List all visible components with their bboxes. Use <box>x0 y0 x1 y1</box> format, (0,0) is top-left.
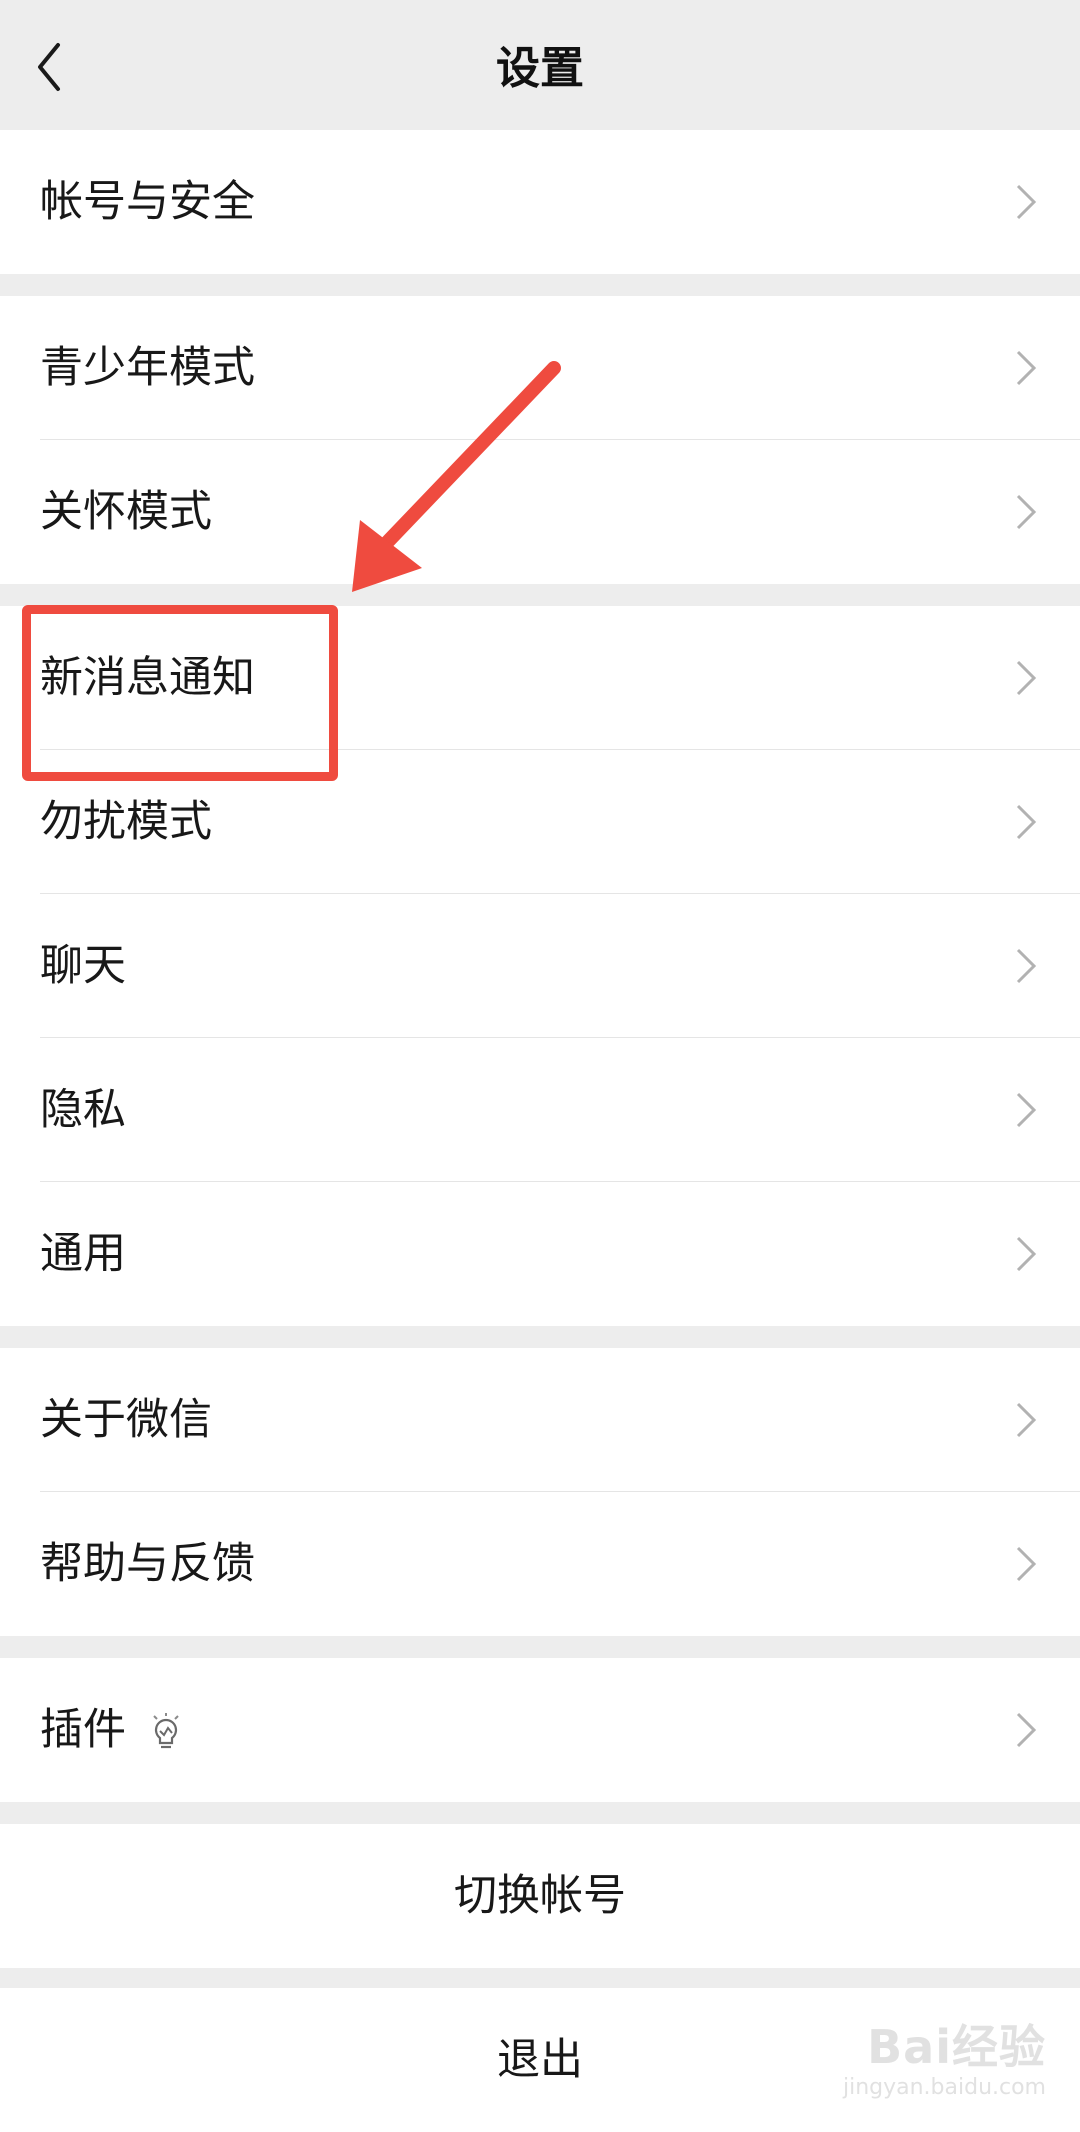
settings-item-label: 关怀模式 <box>40 487 212 537</box>
settings-item-label: 通用 <box>40 1229 126 1279</box>
chevron-right-icon <box>1016 1546 1037 1582</box>
settings-item-label: 青少年模式 <box>40 343 255 393</box>
switch-account-button[interactable]: 切换帐号 <box>0 1824 1080 1968</box>
settings-item-general[interactable]: 通用 <box>0 1182 1080 1326</box>
chevron-right-icon <box>1016 660 1037 696</box>
annotation-arrow-icon <box>352 361 561 592</box>
navigation-bar: 设置 <box>0 0 1080 131</box>
chevron-right-icon <box>1016 948 1037 984</box>
chevron-right-icon <box>1016 184 1037 220</box>
chevron-right-icon <box>1016 1236 1037 1272</box>
settings-item-label: 帐号与安全 <box>40 177 255 227</box>
chevron-right-icon <box>1016 494 1037 530</box>
settings-group-plugins: 插件 <box>0 1658 1080 1802</box>
settings-item-label: 聊天 <box>40 941 126 991</box>
settings-item-label: 帮助与反馈 <box>40 1539 255 1589</box>
baidu-jingyan-watermark: Bai经验 jingyan.baidu.com <box>816 2003 1046 2113</box>
page-title: 设置 <box>496 43 584 94</box>
settings-group-about: 关于微信 帮助与反馈 <box>0 1348 1080 1636</box>
settings-item-about-wechat[interactable]: 关于微信 <box>0 1348 1080 1492</box>
chevron-right-icon <box>1016 1712 1037 1748</box>
chevron-right-icon <box>1016 1092 1037 1128</box>
watermark-main-text: Bai经验 <box>867 2020 1046 2074</box>
chevron-right-icon <box>1016 350 1037 386</box>
watermark-sub-text: jingyan.baidu.com <box>842 2075 1046 2100</box>
annotation-highlight-box <box>22 605 338 781</box>
chevron-right-icon <box>1016 1402 1037 1438</box>
switch-account-label: 切换帐号 <box>454 1871 626 1921</box>
lightbulb-icon <box>153 1713 179 1749</box>
settings-item-account-security[interactable]: 帐号与安全 <box>0 130 1080 274</box>
settings-item-chat[interactable]: 聊天 <box>0 894 1080 1038</box>
chevron-right-icon <box>1016 804 1037 840</box>
settings-item-privacy[interactable]: 隐私 <box>0 1038 1080 1182</box>
settings-group-account: 帐号与安全 <box>0 130 1080 274</box>
settings-item-label: 隐私 <box>40 1085 126 1135</box>
settings-item-help-feedback[interactable]: 帮助与反馈 <box>0 1492 1080 1636</box>
settings-item-label: 关于微信 <box>40 1395 212 1445</box>
settings-item-label: 插件 <box>40 1705 126 1755</box>
settings-item-plugins[interactable]: 插件 <box>0 1658 1080 1802</box>
